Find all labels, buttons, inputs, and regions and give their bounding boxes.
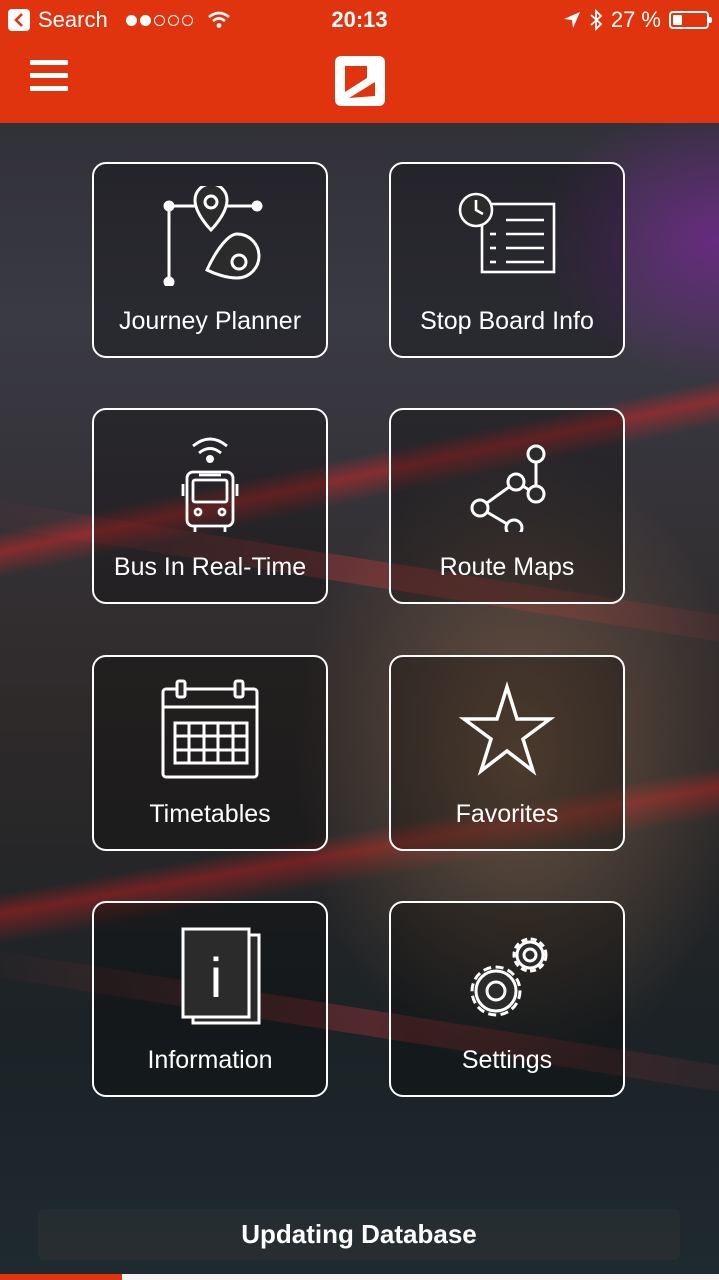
calendar-icon <box>161 679 259 779</box>
tile-label: Settings <box>461 1046 553 1074</box>
tile-bus-in-real-time[interactable]: Bus In Real-Time <box>92 408 328 604</box>
bluetooth-icon <box>590 9 603 31</box>
tile-stop-board-info[interactable]: Stop Board Info <box>389 162 625 358</box>
svg-text:i: i <box>210 946 222 1009</box>
battery-percent: 27 % <box>610 7 661 32</box>
tile-journey-planner[interactable]: Journey Planner <box>92 162 328 358</box>
progress-fill <box>0 1274 123 1280</box>
clock-list-icon <box>458 192 556 274</box>
update-progress-bar <box>0 1274 719 1280</box>
location-arrow-icon <box>563 12 580 28</box>
tile-timetables[interactable]: Timetables <box>92 655 328 851</box>
app-header <box>0 40 719 123</box>
tile-label: Route Maps <box>439 553 575 581</box>
tile-favorites[interactable]: Favorites <box>389 655 625 851</box>
app-logo <box>335 56 385 106</box>
route-nodes-icon <box>470 444 546 532</box>
hamburger-icon[interactable] <box>30 60 68 96</box>
tile-label: Journey Planner <box>118 307 302 335</box>
battery-fill <box>673 15 682 25</box>
tile-label: Stop Board Info <box>420 307 594 335</box>
tile-label: Timetables <box>149 800 271 828</box>
tile-label: Bus In Real-Time <box>113 553 307 581</box>
update-status-banner: Updating Database <box>38 1209 680 1260</box>
tile-label: Favorites <box>455 800 559 828</box>
bus-wifi-icon <box>181 437 239 532</box>
status-bar: Search 20:13 27 % <box>0 0 719 40</box>
tile-information[interactable]: i Information <box>92 901 328 1097</box>
tile-route-maps[interactable]: Route Maps <box>389 408 625 604</box>
gears-icon <box>470 937 548 1017</box>
battery-icon <box>669 11 712 29</box>
tile-label: Information <box>147 1046 273 1074</box>
info-document-icon: i <box>181 927 261 1025</box>
tile-settings[interactable]: Settings <box>389 901 625 1097</box>
route-pin-icon <box>163 186 263 286</box>
star-icon <box>458 681 556 776</box>
